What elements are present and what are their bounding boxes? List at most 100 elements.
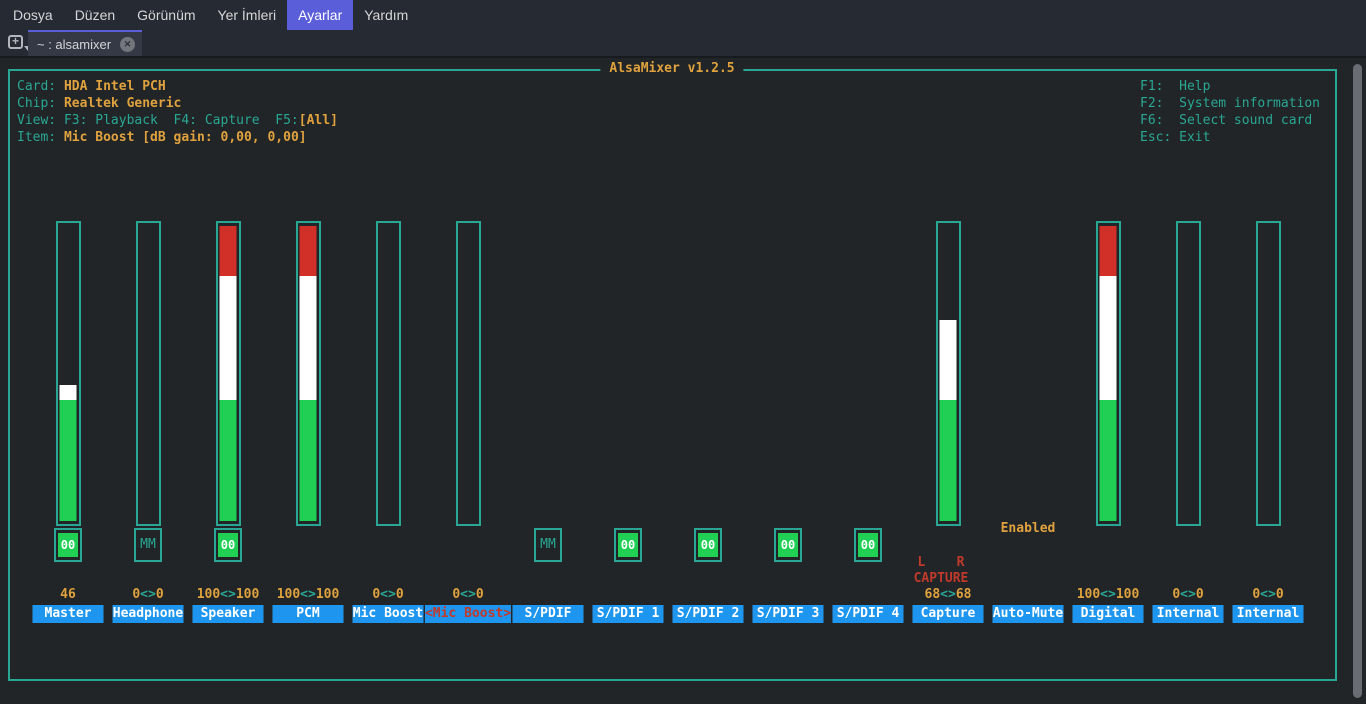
enum-value-auto-mute-12: Enabled xyxy=(1000,521,1056,536)
channel-label-speaker-2[interactable]: Speaker xyxy=(192,605,264,623)
channel-label-mic-boost-4[interactable]: Mic Boost xyxy=(352,605,424,623)
channel-value-headphone-1: 0<>0 xyxy=(132,588,163,602)
seg-red xyxy=(219,226,237,277)
volume-bar-pcm-3[interactable] xyxy=(295,221,321,526)
value-number: 46 xyxy=(60,587,76,602)
mute-switch-speaker-2[interactable]: 00 xyxy=(214,528,242,562)
seg-green xyxy=(299,400,317,521)
tab-title: ~ : alsamixer xyxy=(37,36,112,52)
value-separator: <> xyxy=(140,587,156,602)
value-separator: <> xyxy=(300,587,316,602)
help-row-3: Esc: Exit xyxy=(1140,130,1211,145)
channel-value-speaker-2: 100<>100 xyxy=(197,588,260,602)
value-number: 100 xyxy=(315,587,340,602)
channel-label-s-pdif-6[interactable]: S/PDIF xyxy=(512,605,584,623)
mute-switch-s-pdif-4-10[interactable]: 00 xyxy=(854,528,882,562)
volume-bar-mic-boost-4[interactable] xyxy=(375,221,401,526)
volume-bar-digital-13[interactable] xyxy=(1095,221,1121,526)
info-row-3: Item: Mic Boost [dB gain: 0,00, 0,00] xyxy=(17,131,307,145)
volume-fill-capture-11 xyxy=(939,320,957,521)
menu-item-yer-i-mleri[interactable]: Yer İmleri xyxy=(207,0,288,30)
value-separator: <> xyxy=(1180,587,1196,602)
mute-switch-s-pdif-3-9[interactable]: 00 xyxy=(774,528,802,562)
menu-item-yard-m[interactable]: Yardım xyxy=(353,0,419,30)
info-label: Chip: xyxy=(17,96,64,111)
value-separator: <> xyxy=(1100,587,1116,602)
value-separator: <> xyxy=(220,587,236,602)
channel-label-pcm-3[interactable]: PCM xyxy=(272,605,344,623)
mute-switch-master-0[interactable]: 00 xyxy=(54,528,82,562)
volume-bar-capture-11[interactable] xyxy=(935,221,961,526)
value-number: 0 xyxy=(452,587,461,602)
channel-label-s-pdif-1-7[interactable]: S/PDIF 1 xyxy=(592,605,664,623)
seg-green xyxy=(219,400,237,521)
tab-bar: + ~ : alsamixer ✕ xyxy=(0,30,1366,58)
volume-bar-master-0[interactable] xyxy=(55,221,81,526)
info-value: Realtek Generic xyxy=(63,96,182,111)
volume-bar-internal-14[interactable] xyxy=(1175,221,1201,526)
terminal-tab[interactable]: ~ : alsamixer ✕ xyxy=(28,30,142,56)
channel-label-internal-15[interactable]: Internal xyxy=(1232,605,1304,623)
mute-state-on: 00 xyxy=(698,533,718,557)
seg-white xyxy=(219,276,237,401)
app-window: Dosya Düzen Görünüm Yer İmleri Ayarlar Yardım… xyxy=(0,0,1366,704)
value-number: 0 xyxy=(372,587,381,602)
mute-switch-s-pdif-6[interactable]: MM xyxy=(534,528,562,562)
channel-label-digital-13[interactable]: Digital xyxy=(1072,605,1144,623)
mute-state-on: 00 xyxy=(778,533,798,557)
info-value: HDA Intel PCH xyxy=(63,79,166,94)
volume-bar-internal-15[interactable] xyxy=(1255,221,1281,526)
terminal-scrollbar[interactable] xyxy=(1353,64,1362,698)
menu-item-ayarlar[interactable]: Ayarlar xyxy=(287,0,354,30)
channel-label-auto-mute-12[interactable]: Auto-Mute xyxy=(992,605,1064,623)
value-number: 0 xyxy=(1252,587,1261,602)
channel-value-internal-15: 0<>0 xyxy=(1252,588,1283,602)
mute-switch-headphone-1[interactable]: MM xyxy=(134,528,162,562)
value-number: 100 xyxy=(196,587,221,602)
menu-bar: Dosya Düzen Görünüm Yer İmleri Ayarlar Yardım xyxy=(0,0,1366,30)
help-row-2: F6: Select sound card xyxy=(1140,113,1313,128)
value-number: 100 xyxy=(276,587,301,602)
value-separator: <> xyxy=(940,587,956,602)
channel-label-headphone-1[interactable]: Headphone xyxy=(112,605,184,623)
volume-fill-pcm-3 xyxy=(299,226,317,521)
volume-fill-master-0 xyxy=(59,385,77,521)
channel-label-internal-14[interactable]: Internal xyxy=(1152,605,1224,623)
info-row-1: Chip: Realtek Generic xyxy=(17,97,181,111)
alsamixer-title: AlsaMixer v1.2.5 xyxy=(600,62,744,76)
seg-red xyxy=(299,226,317,277)
mute-switch-s-pdif-2-8[interactable]: 00 xyxy=(694,528,722,562)
value-number: 0 xyxy=(155,587,164,602)
volume-bar-speaker-2[interactable] xyxy=(215,221,241,526)
channel-label-s-pdif-2-8[interactable]: S/PDIF 2 xyxy=(672,605,744,623)
mute-state-on: 00 xyxy=(858,533,878,557)
channel-label-master-0[interactable]: Master xyxy=(32,605,104,623)
seg-green xyxy=(59,400,77,521)
mute-state-on: 00 xyxy=(58,533,78,557)
value-number: 68 xyxy=(924,587,941,602)
tab-close-icon[interactable]: ✕ xyxy=(120,36,136,52)
menu-item-dosya[interactable]: Dosya xyxy=(2,0,64,30)
channel-label-mic-boost-5[interactable]: <Mic Boost> xyxy=(424,605,512,623)
menu-item-g-r-n-m[interactable]: Görünüm xyxy=(126,0,206,30)
volume-bar-headphone-1[interactable] xyxy=(135,221,161,526)
mute-switch-s-pdif-1-7[interactable]: 00 xyxy=(614,528,642,562)
mute-state-on: 00 xyxy=(218,533,238,557)
seg-white xyxy=(299,276,317,401)
channel-value-master-0: 46 xyxy=(60,588,76,602)
channel-label-s-pdif-3-9[interactable]: S/PDIF 3 xyxy=(752,605,824,623)
volume-bar-mic-boost-5[interactable] xyxy=(455,221,481,526)
channel-label-capture-11[interactable]: Capture xyxy=(912,605,984,623)
new-tab-plus-icon: + xyxy=(8,35,23,49)
channel-label-s-pdif-4-10[interactable]: S/PDIF 4 xyxy=(832,605,904,623)
seg-red xyxy=(1099,226,1117,277)
menu-item-d-zen[interactable]: Düzen xyxy=(64,0,126,30)
channel-value-mic-boost-4: 0<>0 xyxy=(372,588,403,602)
channel-value-capture-11: 68<>68 xyxy=(925,588,972,602)
terminal-content[interactable]: AlsaMixer v1.2.5 Card: HDA Intel PCH Chip… xyxy=(0,58,1366,704)
help-row-1: F2: System information xyxy=(1140,96,1321,111)
seg-green xyxy=(939,400,957,521)
info-label: View: F3: Playback F4: Capture F5: xyxy=(17,113,299,128)
seg-green xyxy=(1099,400,1117,521)
value-number: 0 xyxy=(1275,587,1284,602)
